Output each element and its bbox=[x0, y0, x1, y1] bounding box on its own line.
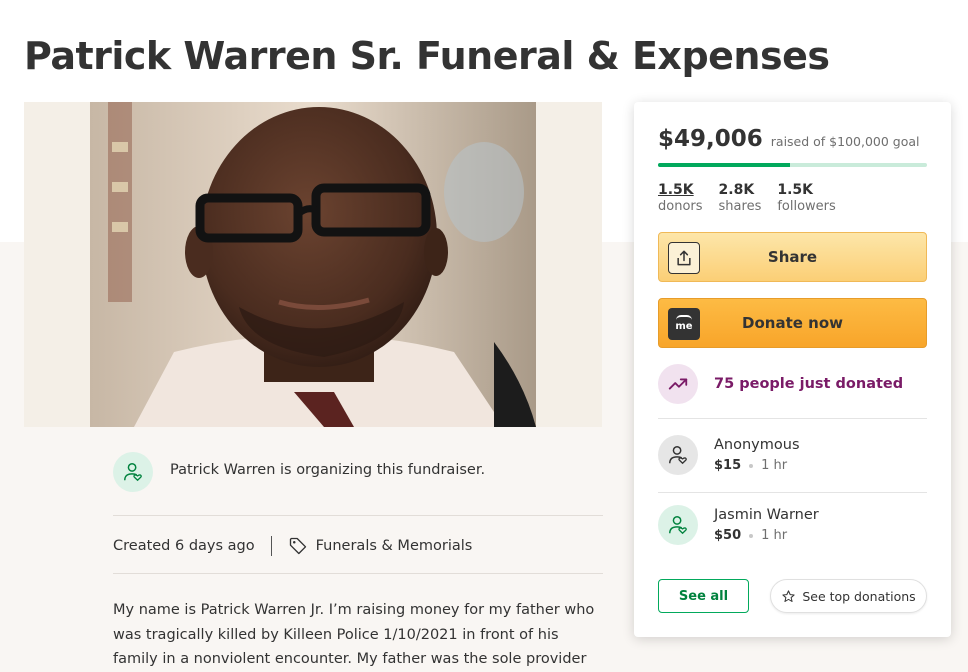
donor-avatar bbox=[658, 435, 698, 475]
donor-item: Jasmin Warner $50 1 hr bbox=[658, 505, 819, 545]
trend-text: 75 people just donated bbox=[714, 376, 904, 392]
see-top-donations-button[interactable]: See top donations bbox=[770, 579, 927, 613]
dot-separator bbox=[749, 533, 754, 538]
page-title: Patrick Warren Sr. Funeral & Expenses bbox=[24, 34, 830, 78]
campaign-hero-image bbox=[24, 102, 602, 427]
donor-amount: $50 bbox=[714, 528, 742, 543]
donation-card: $49,006 raised of $100,000 goal 1.5K don… bbox=[634, 102, 951, 637]
donor-time: 1 hr bbox=[761, 528, 788, 543]
star-icon bbox=[782, 589, 795, 602]
divider bbox=[113, 515, 603, 516]
progress-bar bbox=[658, 163, 927, 167]
trending-up-icon bbox=[668, 378, 688, 390]
user-heart-icon bbox=[669, 516, 687, 535]
tag-icon bbox=[289, 537, 306, 555]
divider bbox=[658, 492, 927, 493]
category-link[interactable]: Funerals & Memorials bbox=[288, 536, 473, 556]
stat-label: donors bbox=[658, 199, 703, 214]
campaign-stats: 1.5K donors 2.8K shares 1.5K followers bbox=[658, 182, 836, 214]
user-heart-icon bbox=[669, 446, 687, 465]
organizer-avatar bbox=[113, 452, 153, 492]
trend-badge bbox=[658, 364, 698, 404]
stat-shares: 2.8K shares bbox=[719, 182, 762, 214]
stat-donors[interactable]: 1.5K donors bbox=[658, 182, 703, 214]
see-top-label: See top donations bbox=[802, 588, 916, 604]
divider bbox=[658, 418, 927, 419]
donor-name: Jasmin Warner bbox=[714, 507, 819, 523]
portrait-photo bbox=[24, 102, 602, 427]
stat-label: shares bbox=[718, 199, 762, 214]
stat-value: 2.8K bbox=[718, 182, 755, 198]
donor-name: Anonymous bbox=[714, 437, 800, 453]
donor-avatar bbox=[658, 505, 698, 545]
campaign-story: My name is Patrick Warren Jr. I’m raisin… bbox=[113, 602, 595, 667]
gofundme-logo-icon: me bbox=[668, 308, 700, 340]
donate-label: Donate now bbox=[742, 314, 843, 332]
raised-summary: $49,006 raised of $100,000 goal bbox=[658, 126, 920, 152]
stat-label: followers bbox=[777, 199, 836, 214]
meta-separator bbox=[270, 536, 272, 556]
donor-details: $50 1 hr bbox=[714, 528, 819, 543]
user-heart-icon bbox=[124, 463, 142, 482]
stat-value: 1.5K bbox=[777, 182, 813, 198]
raised-amount: $49,006 bbox=[658, 126, 763, 152]
dot-separator bbox=[749, 463, 754, 468]
category-label: Funerals & Memorials bbox=[315, 538, 473, 554]
goal-text: raised of $100,000 goal bbox=[770, 134, 920, 149]
stat-value: 1.5K bbox=[658, 182, 694, 198]
progress-fill bbox=[658, 163, 790, 167]
recent-donations-trend: 75 people just donated bbox=[658, 364, 903, 404]
see-all-button[interactable]: See all bbox=[658, 579, 749, 613]
stat-followers: 1.5K followers bbox=[777, 182, 835, 214]
donor-info: Anonymous $15 1 hr bbox=[714, 435, 800, 475]
share-button[interactable]: Share bbox=[658, 232, 927, 282]
organizer-text: Patrick Warren is organizing this fundra… bbox=[170, 462, 486, 478]
donor-details: $15 1 hr bbox=[714, 458, 800, 473]
upload-share-icon bbox=[668, 242, 700, 274]
donate-now-button[interactable]: me Donate now bbox=[658, 298, 927, 348]
share-label: Share bbox=[767, 248, 818, 266]
campaign-meta: Created 6 days ago Funerals & Memorials bbox=[113, 536, 472, 556]
donor-amount: $15 bbox=[714, 458, 742, 473]
divider bbox=[113, 573, 603, 574]
created-date: Created 6 days ago bbox=[113, 538, 255, 554]
donor-item: Anonymous $15 1 hr bbox=[658, 435, 800, 475]
donor-info: Jasmin Warner $50 1 hr bbox=[714, 505, 819, 545]
donor-time: 1 hr bbox=[761, 458, 788, 473]
